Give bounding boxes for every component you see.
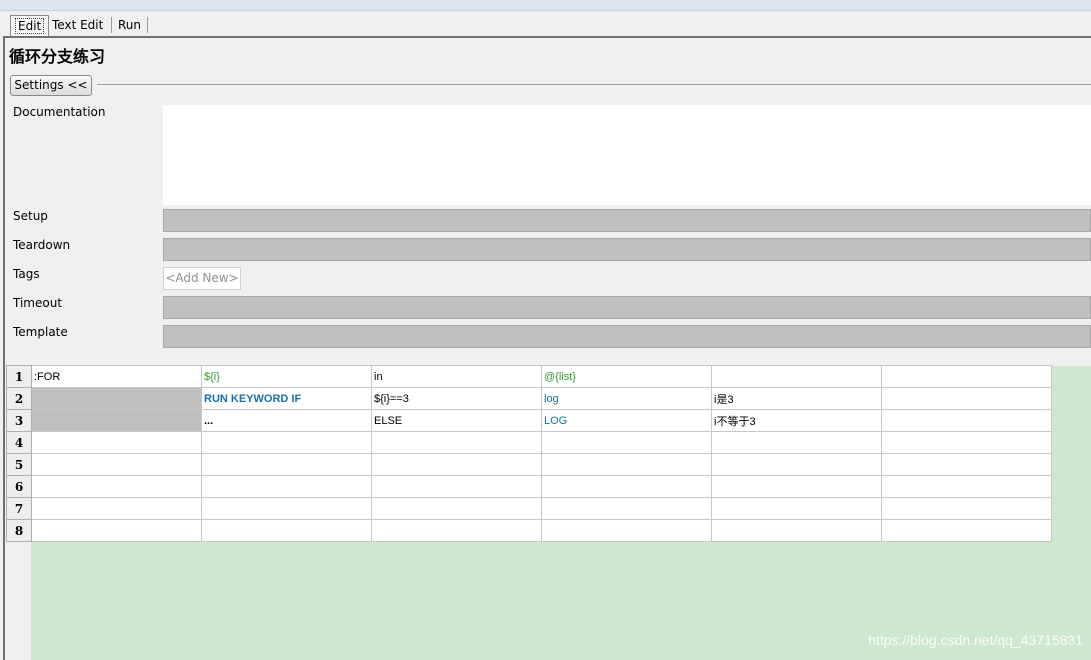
row-header[interactable]: 3 xyxy=(6,409,32,432)
page-title: 循环分支练习 xyxy=(9,47,106,66)
documentation-field[interactable] xyxy=(163,105,1091,205)
tags-add-new[interactable]: <Add New> xyxy=(163,267,241,290)
grid-cell[interactable] xyxy=(201,431,372,454)
table-row: 1 :FOR ${i} in @{list} xyxy=(6,365,1052,388)
grid-cell[interactable]: ${i}==3 xyxy=(371,387,542,410)
grid-cell[interactable] xyxy=(881,475,1052,498)
grid-cell[interactable] xyxy=(711,365,882,388)
row-header[interactable]: 5 xyxy=(6,453,32,476)
grid-cell[interactable]: ${i} xyxy=(201,365,372,388)
grid-cell[interactable] xyxy=(541,431,712,454)
steps-grid: 1 :FOR ${i} in @{list} 2 RUN KEYWORD IF … xyxy=(6,365,1052,542)
table-row: 8 xyxy=(6,519,1052,542)
grid-cell[interactable]: i不等于3 xyxy=(711,409,882,432)
grid-cell[interactable] xyxy=(31,497,202,520)
grid-cell[interactable] xyxy=(881,431,1052,454)
grid-cell[interactable]: ELSE xyxy=(371,409,542,432)
grid-cell[interactable] xyxy=(541,497,712,520)
grid-cell[interactable] xyxy=(31,431,202,454)
grid-cell[interactable] xyxy=(371,497,542,520)
grid-cell[interactable] xyxy=(541,519,712,542)
grid-cell[interactable] xyxy=(201,475,372,498)
grid-cell[interactable] xyxy=(711,431,882,454)
tab-text-edit[interactable]: Text Edit xyxy=(48,15,107,35)
grid-cell[interactable] xyxy=(371,519,542,542)
table-row: 2 RUN KEYWORD IF ${i}==3 log i是3 xyxy=(6,387,1052,410)
table-row: 3 ... ELSE LOG i不等于3 xyxy=(6,409,1052,432)
table-row: 6 xyxy=(6,475,1052,498)
grid-cell[interactable] xyxy=(371,431,542,454)
settings-toggle-button[interactable]: Settings << xyxy=(10,75,92,96)
teardown-label: Teardown xyxy=(13,238,71,252)
template-label: Template xyxy=(13,325,68,339)
grid-cell[interactable]: in xyxy=(371,365,542,388)
tab-bar: Edit Text Edit Run xyxy=(0,11,1091,36)
tab-edit-label: Edit xyxy=(15,18,45,34)
row-header[interactable]: 7 xyxy=(6,497,32,520)
grid-cell[interactable]: RUN KEYWORD IF xyxy=(201,387,372,410)
table-row: 7 xyxy=(6,497,1052,520)
grid-cell[interactable] xyxy=(881,387,1052,410)
grid-cell[interactable]: @{list} xyxy=(541,365,712,388)
window-top-strip xyxy=(0,0,1091,11)
grid-cell[interactable]: i是3 xyxy=(711,387,882,410)
grid-cell[interactable] xyxy=(201,497,372,520)
grid-cell[interactable] xyxy=(201,519,372,542)
grid-cell[interactable]: :FOR xyxy=(31,365,202,388)
grid-cell[interactable] xyxy=(711,475,882,498)
grid-cell[interactable] xyxy=(31,475,202,498)
timeout-field[interactable] xyxy=(163,296,1091,319)
tab-separator xyxy=(111,17,112,33)
tags-label: Tags xyxy=(13,267,40,281)
grid-cell[interactable] xyxy=(881,519,1052,542)
grid-cell[interactable] xyxy=(371,475,542,498)
grid-cell[interactable] xyxy=(711,453,882,476)
grid-cell[interactable] xyxy=(201,453,372,476)
table-row: 4 xyxy=(6,431,1052,454)
tab-edit[interactable]: Edit xyxy=(10,15,50,36)
grid-cell[interactable] xyxy=(371,453,542,476)
template-field[interactable] xyxy=(163,325,1091,348)
row-header[interactable]: 2 xyxy=(6,387,32,410)
tab-separator xyxy=(147,17,148,33)
grid-cell[interactable] xyxy=(31,519,202,542)
row-header[interactable]: 1 xyxy=(6,365,32,388)
grid-cell[interactable] xyxy=(711,497,882,520)
grid-cell[interactable] xyxy=(31,387,202,410)
grid-cell[interactable]: log xyxy=(541,387,712,410)
tab-text-edit-label: Text Edit xyxy=(52,18,104,32)
tab-run-label: Run xyxy=(118,18,142,32)
grid-cell[interactable] xyxy=(711,519,882,542)
grid-cell[interactable]: LOG xyxy=(541,409,712,432)
grid-cell[interactable] xyxy=(31,453,202,476)
grid-cell[interactable] xyxy=(31,409,202,432)
grid-cell[interactable] xyxy=(881,453,1052,476)
watermark: https://blog.csdn.net/qq_43715831 xyxy=(868,632,1083,648)
setup-label: Setup xyxy=(13,209,48,223)
grid-cell[interactable] xyxy=(541,453,712,476)
documentation-label: Documentation xyxy=(13,105,106,119)
table-row: 5 xyxy=(6,453,1052,476)
setup-field[interactable] xyxy=(163,209,1091,232)
timeout-label: Timeout xyxy=(13,296,63,310)
settings-divider xyxy=(97,84,1091,85)
grid-cell[interactable] xyxy=(881,497,1052,520)
grid-cell[interactable]: ... xyxy=(201,409,372,432)
grid-cell[interactable] xyxy=(541,475,712,498)
row-header[interactable]: 8 xyxy=(6,519,32,542)
grid-cell[interactable] xyxy=(881,365,1052,388)
row-header[interactable]: 6 xyxy=(6,475,32,498)
tab-run[interactable]: Run xyxy=(114,15,145,35)
teardown-field[interactable] xyxy=(163,238,1091,261)
grid-cell[interactable] xyxy=(881,409,1052,432)
row-header[interactable]: 4 xyxy=(6,431,32,454)
